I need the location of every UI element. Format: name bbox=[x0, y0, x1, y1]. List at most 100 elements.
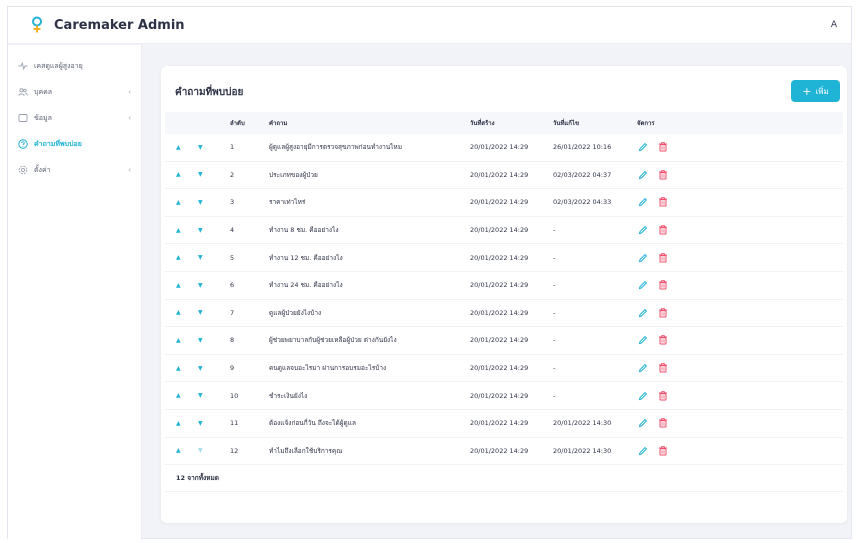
cell-question: ชำระเงินยังไง bbox=[269, 391, 308, 400]
cell-actions bbox=[637, 169, 697, 181]
sort-controls: ▲ ▼ bbox=[165, 392, 230, 399]
column-header-updated: วันที่แก้ไข bbox=[553, 120, 580, 127]
edit-icon[interactable] bbox=[637, 390, 649, 402]
move-up-icon[interactable]: ▲ bbox=[176, 144, 198, 151]
trash-icon[interactable] bbox=[657, 224, 669, 236]
cell-created: 20/01/2022 14:29 bbox=[470, 391, 529, 400]
move-down-icon[interactable]: ▼ bbox=[198, 309, 220, 316]
sort-controls: ▲ ▼ bbox=[165, 282, 230, 289]
move-down-icon[interactable]: ▼ bbox=[198, 282, 220, 289]
trash-icon[interactable] bbox=[657, 390, 669, 402]
edit-icon[interactable] bbox=[637, 417, 649, 429]
table-row: ▲ ▼ 11 ต้องแจ้งก่อนกี่วัน ถึงจะได้ผู้ดูแล 20… bbox=[165, 410, 843, 438]
sort-controls: ▲ ▼ bbox=[165, 447, 230, 454]
move-up-icon[interactable]: ▲ bbox=[176, 447, 198, 454]
sidebar-item-label: ข้อมูล bbox=[34, 113, 52, 122]
cell-no: 12 bbox=[230, 446, 239, 455]
trash-icon[interactable] bbox=[657, 252, 669, 264]
top-bar: Caremaker Admin A bbox=[8, 7, 851, 44]
move-down-icon[interactable]: ▼ bbox=[198, 227, 220, 234]
cell-created: 20/01/2022 14:29 bbox=[470, 419, 529, 428]
move-up-icon[interactable]: ▲ bbox=[176, 254, 198, 261]
move-down-icon[interactable]: ▼ bbox=[198, 365, 220, 372]
move-up-icon[interactable]: ▲ bbox=[176, 337, 198, 344]
cell-question: ดูแลผู้ป่วยยังไงบ้าง bbox=[269, 308, 322, 317]
move-down-icon[interactable]: ▼ bbox=[198, 199, 220, 206]
sort-controls: ▲ ▼ bbox=[165, 365, 230, 372]
cell-actions bbox=[637, 307, 697, 319]
sort-controls: ▲ ▼ bbox=[165, 420, 230, 427]
edit-icon[interactable] bbox=[637, 169, 649, 181]
move-up-icon[interactable]: ▲ bbox=[176, 309, 198, 316]
move-up-icon[interactable]: ▲ bbox=[176, 420, 198, 427]
table-header: ลำดับ คำถาม วันที่สร้าง วันที่แก้ไข จัดก… bbox=[165, 112, 843, 134]
move-up-icon[interactable]: ▲ bbox=[176, 227, 198, 234]
cell-created: 20/01/2022 14:29 bbox=[470, 364, 529, 373]
cell-created: 20/01/2022 14:29 bbox=[470, 253, 529, 262]
edit-icon[interactable] bbox=[637, 279, 649, 291]
edit-icon[interactable] bbox=[637, 141, 649, 153]
edit-icon[interactable] bbox=[637, 252, 649, 264]
move-up-icon[interactable]: ▲ bbox=[176, 365, 198, 372]
cell-actions bbox=[637, 334, 697, 346]
trash-icon[interactable] bbox=[657, 445, 669, 457]
trash-icon[interactable] bbox=[657, 417, 669, 429]
cell-question: คนดูแลจบอะไรมา ผ่านการอบรมอะไรบ้าง bbox=[269, 364, 387, 373]
trash-icon[interactable] bbox=[657, 307, 669, 319]
edit-icon[interactable] bbox=[637, 445, 649, 457]
cell-actions bbox=[637, 279, 697, 291]
edit-icon[interactable] bbox=[637, 224, 649, 236]
move-down-icon[interactable]: ▼ bbox=[198, 392, 220, 399]
cell-created: 20/01/2022 14:29 bbox=[470, 198, 529, 207]
activity-icon bbox=[18, 61, 28, 71]
move-down-icon[interactable]: ▼ bbox=[198, 254, 220, 261]
help-circle-icon bbox=[18, 139, 28, 149]
add-button[interactable]: + เพิ่ม bbox=[791, 80, 840, 102]
sidebar-item-faq[interactable]: คำถามที่พบบ่อย bbox=[8, 131, 141, 157]
move-up-icon[interactable]: ▲ bbox=[176, 199, 198, 206]
edit-icon[interactable] bbox=[637, 334, 649, 346]
table-row: ▲ ▼ 8 ผู้ช่วยพยาบาลกับผู้ช่วยเหลือผู้ป่วย ต… bbox=[165, 327, 843, 355]
move-up-icon[interactable]: ▲ bbox=[176, 282, 198, 289]
plus-icon: + bbox=[802, 84, 812, 98]
add-button-label: เพิ่ม bbox=[815, 86, 829, 96]
page-title: คำถามที่พบบ่อย bbox=[175, 87, 244, 98]
sidebar-item-label: ตั้งค่า bbox=[34, 165, 51, 174]
chevron-left-icon: ‹ bbox=[128, 114, 131, 122]
user-avatar[interactable]: A bbox=[831, 20, 837, 30]
move-up-icon[interactable]: ▲ bbox=[176, 392, 198, 399]
table-row: ▲ ▼ 9 คนดูแลจบอะไรมา ผ่านการอบรมอะไรบ้าง 20/… bbox=[165, 355, 843, 383]
move-down-icon[interactable]: ▼ bbox=[198, 420, 220, 427]
cell-created: 20/01/2022 14:29 bbox=[470, 170, 529, 179]
cell-created: 20/01/2022 14:29 bbox=[470, 446, 529, 455]
sidebar-item-data[interactable]: ข้อมูล ‹ bbox=[8, 105, 141, 131]
trash-icon[interactable] bbox=[657, 196, 669, 208]
app-window: Caremaker Admin A เคสดูแลผู้สูงอายุ บุคค… bbox=[7, 6, 852, 540]
cell-question: ต้องแจ้งก่อนกี่วัน ถึงจะได้ผู้ดูแล bbox=[269, 419, 356, 428]
sidebar-item-people[interactable]: บุคคล ‹ bbox=[8, 79, 141, 105]
trash-icon[interactable] bbox=[657, 279, 669, 291]
edit-icon[interactable] bbox=[637, 362, 649, 374]
box-icon bbox=[18, 113, 28, 123]
cell-updated: 02/03/2022 04:37 bbox=[553, 170, 612, 179]
cell-created: 20/01/2022 14:29 bbox=[470, 308, 529, 317]
chevron-left-icon: ‹ bbox=[128, 166, 131, 174]
cell-created: 20/01/2022 14:29 bbox=[470, 336, 529, 345]
sidebar-item-elderly-care-cases[interactable]: เคสดูแลผู้สูงอายุ bbox=[8, 53, 141, 79]
trash-icon[interactable] bbox=[657, 334, 669, 346]
brand[interactable]: Caremaker Admin bbox=[30, 16, 185, 34]
move-down-icon[interactable]: ▼ bbox=[198, 447, 220, 454]
edit-icon[interactable] bbox=[637, 196, 649, 208]
cell-actions bbox=[637, 417, 697, 429]
edit-icon[interactable] bbox=[637, 307, 649, 319]
move-up-icon[interactable]: ▲ bbox=[176, 171, 198, 178]
trash-icon[interactable] bbox=[657, 141, 669, 153]
sidebar-item-settings[interactable]: ตั้งค่า ‹ bbox=[8, 157, 141, 183]
trash-icon[interactable] bbox=[657, 169, 669, 181]
trash-icon[interactable] bbox=[657, 362, 669, 374]
move-down-icon[interactable]: ▼ bbox=[198, 144, 220, 151]
move-down-icon[interactable]: ▼ bbox=[198, 171, 220, 178]
cell-actions bbox=[637, 390, 697, 402]
cell-created: 20/01/2022 14:29 bbox=[470, 143, 529, 152]
move-down-icon[interactable]: ▼ bbox=[198, 337, 220, 344]
